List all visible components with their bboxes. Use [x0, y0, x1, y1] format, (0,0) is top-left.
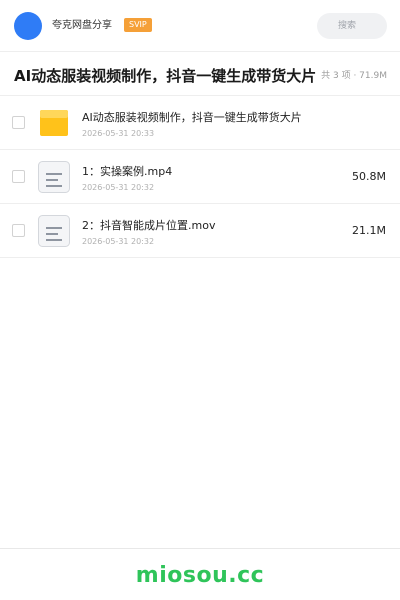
search-placeholder: 搜索 — [338, 21, 357, 31]
site-logo[interactable]: miosou.cc — [0, 563, 400, 589]
file-size: 21.1M — [352, 224, 386, 237]
file-date: 2026-05-31 20:33 — [82, 129, 155, 138]
file-date: 2026-05-31 20:32 — [82, 237, 155, 246]
share-owner-name: 夸克网盘分享 — [52, 20, 112, 31]
select-checkbox[interactable] — [12, 116, 25, 129]
file-summary: 共 3 项 · 71.9M — [321, 71, 387, 81]
select-checkbox[interactable] — [12, 224, 25, 237]
footer-bar: miosou.cc — [0, 548, 400, 600]
avatar[interactable] — [14, 12, 42, 40]
video-file-icon — [38, 215, 70, 247]
share-header: 夸克网盘分享 SVIP 搜索 — [0, 0, 400, 52]
file-date: 2026-05-31 20:32 — [82, 183, 155, 192]
video-file-icon — [38, 161, 70, 193]
title-bar: AI动态服装视频制作，抖音一键生成带货大片 共 3 项 · 71.9M — [0, 52, 400, 96]
file-size: 50.8M — [352, 170, 386, 183]
file-name[interactable]: 1：实操案例.mp4 — [82, 165, 172, 179]
page-title: AI动态服装视频制作，抖音一键生成带货大片 — [14, 67, 317, 85]
file-row[interactable]: AI动态服装视频制作，抖音一键生成带货大片 2026-05-31 20:33 — [0, 96, 400, 150]
vip-badge: SVIP — [124, 18, 152, 32]
file-name[interactable]: 2：抖音智能成片位置.mov — [82, 219, 215, 233]
folder-icon — [40, 110, 68, 136]
select-checkbox[interactable] — [12, 170, 25, 183]
file-row[interactable]: 2：抖音智能成片位置.mov 2026-05-31 20:32 21.1M — [0, 204, 400, 258]
file-name[interactable]: AI动态服装视频制作，抖音一键生成带货大片 — [82, 111, 302, 125]
file-row[interactable]: 1：实操案例.mp4 2026-05-31 20:32 50.8M — [0, 150, 400, 204]
search-input[interactable]: 搜索 — [317, 13, 387, 39]
